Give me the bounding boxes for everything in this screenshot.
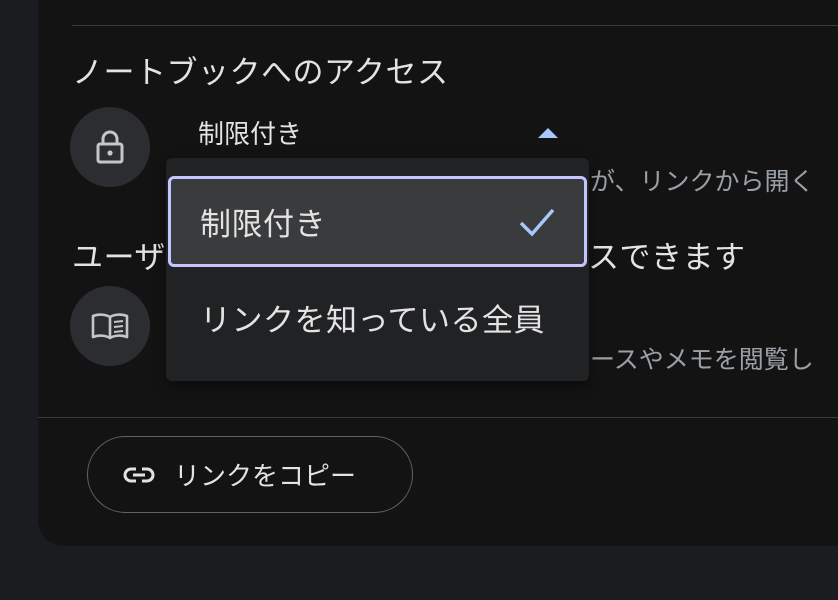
copy-link-button[interactable]: リンクをコピー: [87, 436, 413, 513]
caret-up-icon: [538, 128, 558, 138]
user-access-title-right: スできます: [588, 240, 746, 276]
user-access-title-left: ユーザ: [72, 240, 166, 276]
check-icon: [519, 208, 555, 237]
option-label: リンクを知っている全員: [200, 302, 545, 339]
option-restricted[interactable]: 制限付き: [168, 176, 587, 267]
link-icon: [122, 458, 156, 492]
option-anyone-with-link[interactable]: リンクを知っている全員: [166, 272, 589, 362]
access-level-value: 制限付き: [198, 119, 303, 150]
access-description: が、リンクから開く: [590, 167, 815, 196]
user-access-description: ースやメモを閲覧し: [590, 345, 814, 374]
access-level-select[interactable]: 制限付き: [198, 112, 568, 152]
section-title: ノートブックへのアクセス: [72, 55, 449, 91]
lock-icon: [96, 130, 124, 164]
book-icon-container: [70, 286, 150, 366]
divider: [72, 25, 838, 26]
lock-icon-container: [70, 107, 150, 187]
book-open-icon: [91, 313, 129, 340]
option-label: 制限付き: [200, 207, 326, 243]
access-level-dropdown: 制限付き リンクを知っている全員: [166, 158, 589, 381]
copy-link-label: リンクをコピー: [174, 462, 357, 492]
divider: [38, 417, 838, 418]
